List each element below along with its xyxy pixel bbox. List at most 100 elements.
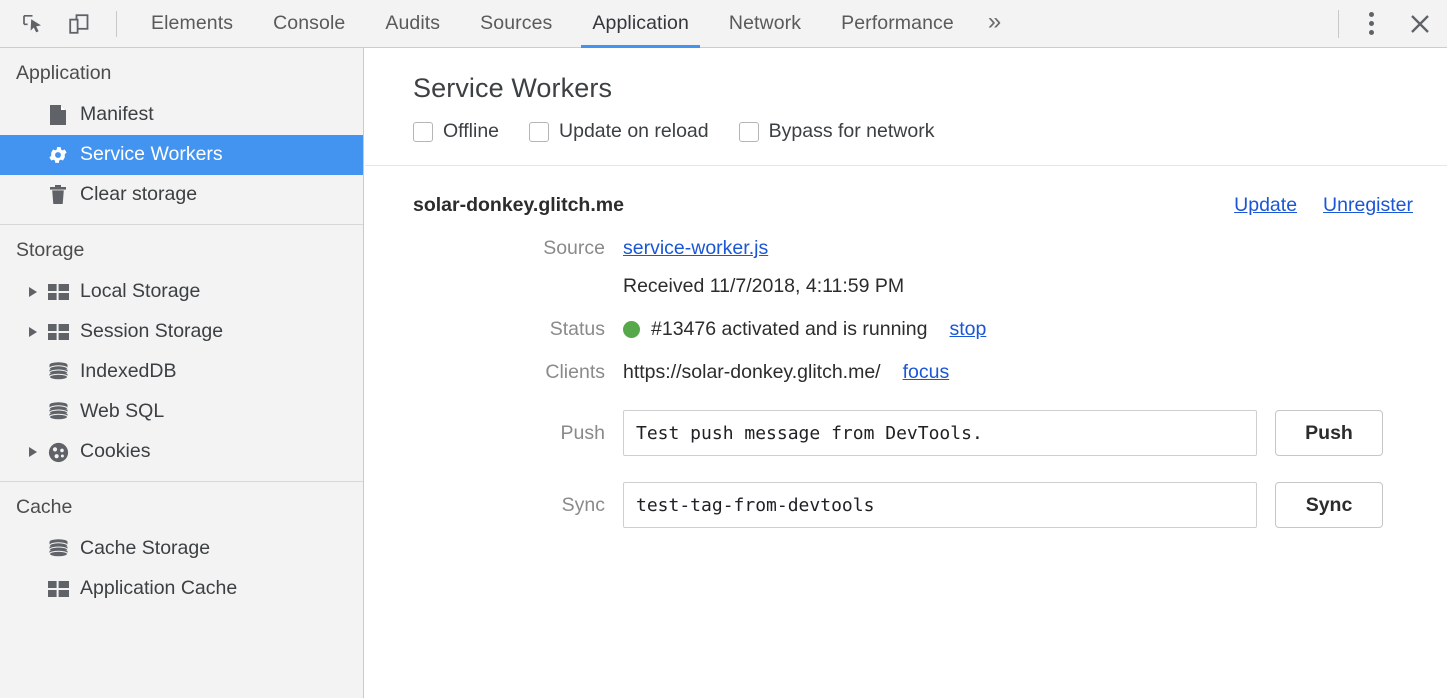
sidebar-item-label: Web SQL [80, 402, 164, 422]
sidebar-item-cookies[interactable]: Cookies [0, 432, 363, 472]
table-glyph [48, 324, 69, 341]
sidebar-item-web-sql[interactable]: Web SQL [0, 392, 363, 432]
database-icon [44, 362, 72, 382]
push-button[interactable]: Push [1275, 410, 1383, 456]
expand-arrow-icon[interactable] [24, 447, 42, 457]
toolbar-right-controls [1338, 0, 1447, 48]
sidebar-item-application-cache[interactable]: Application Cache [0, 569, 363, 609]
table-glyph [48, 581, 69, 598]
gear-icon [44, 144, 72, 166]
sidebar-section-title-storage: Storage [0, 225, 363, 272]
expand-arrow-icon[interactable] [24, 287, 42, 297]
service-worker-entry: solar-donkey.glitch.me Update Unregister… [365, 166, 1447, 528]
table-icon [44, 324, 72, 341]
update-button[interactable]: Update [1234, 194, 1297, 217]
table-icon [44, 581, 72, 598]
tab-elements[interactable]: Elements [131, 0, 253, 48]
database-glyph [48, 362, 69, 382]
sidebar-item-label: Service Workers [80, 145, 223, 165]
page-title: Service Workers [365, 48, 1447, 104]
tab-label: Sources [480, 12, 552, 35]
focus-button[interactable]: focus [903, 361, 950, 384]
cookie-icon [44, 442, 72, 463]
trash-glyph [48, 184, 68, 206]
tab-application[interactable]: Application [572, 0, 709, 48]
received-row: . Received 11/7/2018, 4:11:59 PM [413, 275, 1447, 298]
push-message-input[interactable] [623, 410, 1257, 456]
tab-audits[interactable]: Audits [365, 0, 460, 48]
sync-button[interactable]: Sync [1275, 482, 1383, 528]
status-label: Status [413, 318, 623, 341]
sidebar-item-label: Clear storage [80, 185, 197, 205]
status-indicator-icon [623, 321, 640, 338]
devtools-toolbar: Elements Console Audits Sources Applicat… [0, 0, 1447, 48]
tab-console[interactable]: Console [253, 0, 365, 48]
kebab-dot [1369, 30, 1374, 35]
tab-label: Performance [841, 12, 954, 35]
sidebar-item-cache-storage[interactable]: Cache Storage [0, 529, 363, 569]
sidebar-item-session-storage[interactable]: Session Storage [0, 312, 363, 352]
close-glyph [1407, 11, 1433, 37]
sidebar-item-local-storage[interactable]: Local Storage [0, 272, 363, 312]
toolbar-divider [116, 11, 117, 37]
status-text: #13476 activated and is running [651, 318, 927, 341]
service-worker-origin: solar-donkey.glitch.me [413, 194, 624, 217]
clients-row: Clients https://solar-donkey.glitch.me/ … [413, 361, 1447, 384]
tab-performance[interactable]: Performance [821, 0, 974, 48]
device-toolbar-icon[interactable] [60, 7, 98, 41]
tab-network[interactable]: Network [709, 0, 821, 48]
unregister-button[interactable]: Unregister [1323, 194, 1413, 217]
kebab-menu-icon[interactable] [1349, 2, 1393, 46]
inspect-element-icon[interactable] [14, 7, 52, 41]
database-glyph [48, 402, 69, 422]
checkbox-label: Offline [443, 120, 499, 143]
status-row: Status #13476 activated and is running s… [413, 318, 1447, 341]
checkbox-update-on-reload[interactable]: Update on reload [529, 120, 709, 143]
sidebar-item-label: Local Storage [80, 282, 200, 302]
checkbox-box-icon[interactable] [413, 122, 433, 142]
source-link[interactable]: service-worker.js [623, 237, 768, 260]
checkbox-label: Bypass for network [769, 120, 935, 143]
kebab-dot [1369, 12, 1374, 17]
inspect-element-glyph [21, 12, 45, 36]
sidebar-item-clear-storage[interactable]: Clear storage [0, 175, 363, 215]
database-icon [44, 402, 72, 422]
service-worker-header: solar-donkey.glitch.me Update Unregister [413, 166, 1447, 217]
push-row: Push Push [413, 410, 1447, 456]
sync-tag-input[interactable] [623, 482, 1257, 528]
cookie-glyph [48, 442, 69, 463]
sidebar-section-title-cache: Cache [0, 482, 363, 529]
checkbox-box-icon[interactable] [529, 122, 549, 142]
close-icon[interactable] [1393, 1, 1447, 47]
table-icon [44, 284, 72, 301]
tab-label: Network [729, 12, 801, 35]
sidebar-item-manifest[interactable]: Manifest [0, 95, 363, 135]
sync-row: Sync Sync [413, 482, 1447, 528]
tab-label: Console [273, 12, 345, 35]
service-worker-options: Offline Update on reload Bypass for netw… [365, 104, 1447, 143]
checkbox-bypass-for-network[interactable]: Bypass for network [739, 120, 935, 143]
checkbox-box-icon[interactable] [739, 122, 759, 142]
clients-label: Clients [413, 361, 623, 384]
source-label: Source [413, 237, 623, 260]
panel-tab-bar: Elements Console Audits Sources Applicat… [131, 0, 1017, 48]
checkbox-offline[interactable]: Offline [413, 120, 499, 143]
source-row: Source service-worker.js [413, 237, 1447, 260]
sidebar-item-indexeddb[interactable]: IndexedDB [0, 352, 363, 392]
sidebar-item-label: IndexedDB [80, 362, 176, 382]
sidebar-item-service-workers[interactable]: Service Workers [0, 135, 363, 175]
sync-label: Sync [413, 494, 623, 517]
application-sidebar: Application Manifest Service Workers [0, 48, 364, 698]
tab-sources[interactable]: Sources [460, 0, 572, 48]
more-tabs-icon[interactable]: » [974, 0, 1017, 48]
sidebar-section-title-application: Application [0, 48, 363, 95]
sidebar-item-label: Session Storage [80, 322, 223, 342]
database-icon [44, 539, 72, 559]
stop-button[interactable]: stop [949, 318, 986, 341]
tab-label: Application [592, 12, 689, 35]
database-glyph [48, 539, 69, 559]
expand-arrow-icon[interactable] [24, 327, 42, 337]
trash-icon [44, 184, 72, 206]
sidebar-item-label: Manifest [80, 105, 154, 125]
sidebar-item-label: Cache Storage [80, 539, 210, 559]
